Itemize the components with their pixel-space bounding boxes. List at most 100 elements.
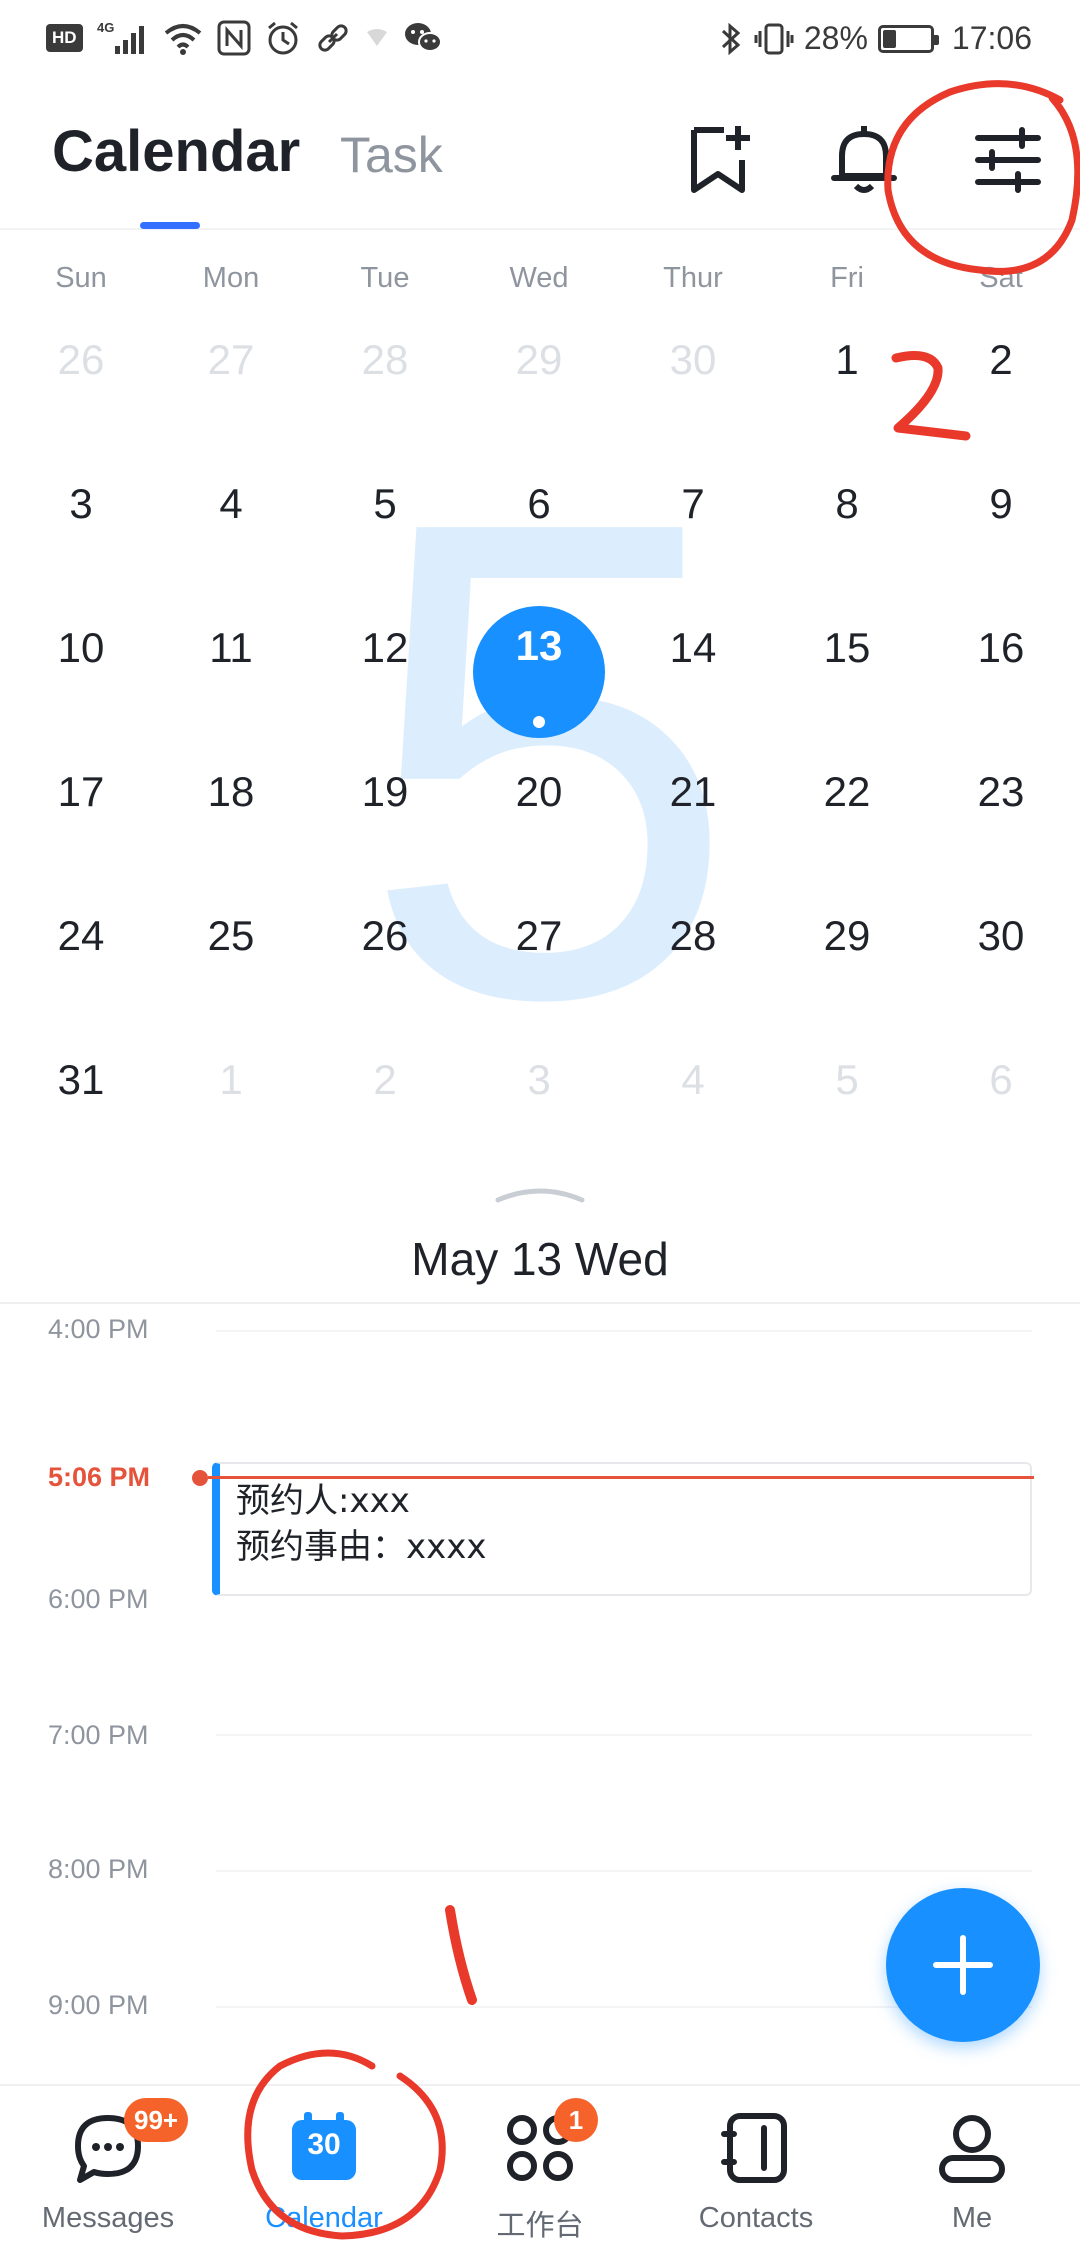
top-header: Calendar Task — [0, 100, 1080, 230]
calendar-day[interactable]: 2 — [308, 1056, 462, 1104]
calendar-day[interactable]: 9 — [924, 480, 1078, 528]
calendar-day[interactable]: 28 — [616, 912, 770, 960]
svg-text:4G: 4G — [97, 20, 114, 35]
calendar-day[interactable]: 6 — [462, 480, 616, 528]
calendar-day[interactable]: 25 — [154, 912, 308, 960]
calendar-day[interactable]: 30 — [616, 336, 770, 384]
calendar-day[interactable]: 31 — [4, 1056, 158, 1104]
nav-calendar[interactable]: 30 Calendar — [216, 2086, 432, 2244]
nav-workbench[interactable]: 1 工作台 — [432, 2086, 648, 2244]
calendar-day[interactable]: 12 — [308, 624, 462, 672]
calendar-day[interactable]: 4 — [154, 480, 308, 528]
calendar-day[interactable]: 8 — [770, 480, 924, 528]
calendar-day[interactable]: 7 — [616, 480, 770, 528]
signal-4g-icon: 4G — [97, 20, 144, 54]
calendar-day[interactable]: 3 — [4, 480, 158, 528]
selected-day-number[interactable]: 13 — [473, 622, 605, 670]
wifi-icon — [164, 24, 201, 55]
calendar-day[interactable]: 29 — [462, 336, 616, 384]
add-event-button[interactable] — [886, 1888, 1040, 2042]
hour-line — [216, 1734, 1032, 1736]
status-left-icons: HD 4G — [46, 20, 443, 56]
calendar-day[interactable]: 18 — [154, 768, 308, 816]
nav-workbench-label: 工作台 — [496, 2210, 584, 2242]
current-time-dot — [192, 1470, 208, 1486]
time-label-8pm: 8:00 PM — [48, 1854, 149, 1884]
bell-icon[interactable] — [824, 120, 904, 200]
section-divider — [0, 1302, 1080, 1304]
status-right-icons: 28% 17:06 — [718, 20, 1032, 57]
nav-messages-label: Messages — [41, 2202, 175, 2234]
nav-calendar-label: Calendar — [265, 2202, 383, 2234]
event-line-2: 预约事由：xxxx — [236, 1527, 487, 1567]
event-card[interactable]: 预约人:xxx 预约事由：xxxx — [212, 1462, 1032, 1596]
calendar-day[interactable]: 20 — [462, 768, 616, 816]
selected-date-label: May 13 Wed — [411, 1233, 669, 1285]
collapse-handle-icon[interactable] — [494, 1184, 586, 1204]
plus-icon — [933, 1935, 993, 1995]
calendar-day[interactable]: 10 — [4, 624, 158, 672]
calendar-day[interactable]: 11 — [154, 624, 308, 672]
calendar-day[interactable]: 3 — [462, 1056, 616, 1104]
calendar-day[interactable]: 1 — [770, 336, 924, 384]
calendar-day[interactable]: 2 — [924, 336, 1078, 384]
battery-icon — [877, 24, 939, 53]
calendar-day[interactable]: 21 — [616, 768, 770, 816]
nav-me[interactable]: Me — [864, 2086, 1080, 2244]
calendar-day[interactable]: 26 — [4, 336, 158, 384]
calendar-day[interactable]: 17 — [4, 768, 158, 816]
calendar-day[interactable]: 23 — [924, 768, 1078, 816]
person-icon — [939, 2115, 1005, 2183]
battery-percent: 28% — [803, 20, 868, 56]
tab-calendar[interactable]: Calendar — [52, 118, 300, 185]
calendar-day[interactable]: 1 — [154, 1056, 308, 1104]
calendar-day[interactable]: 29 — [770, 912, 924, 960]
tab-task[interactable]: Task — [340, 126, 443, 184]
calendar-day[interactable]: 16 — [924, 624, 1078, 672]
calendar-day[interactable]: 28 — [308, 336, 462, 384]
nav-contacts[interactable]: Contacts — [648, 2086, 864, 2244]
calendar-day[interactable]: 27 — [462, 912, 616, 960]
alarm-icon — [267, 21, 298, 55]
calendar-day[interactable]: 30 — [924, 912, 1078, 960]
nav-messages[interactable]: 99+ Messages — [0, 2086, 216, 2244]
nav-me-label: Me — [951, 2202, 993, 2234]
event-indicator-dot — [533, 716, 545, 728]
time-label-4pm: 4:00 PM — [48, 1314, 149, 1344]
weekday-label: Sun — [55, 262, 107, 294]
calendar-day[interactable]: 22 — [770, 768, 924, 816]
calendar-icon-number: 30 — [307, 2128, 341, 2161]
hour-line — [216, 1870, 1032, 1872]
filter-settings-icon[interactable] — [968, 120, 1048, 200]
active-tab-indicator — [140, 222, 200, 229]
vibrate-icon — [754, 23, 794, 54]
workbench-badge: 1 — [554, 2098, 598, 2142]
current-time-label: 5:06 PM — [48, 1462, 151, 1492]
battery-fill — [882, 29, 896, 48]
calendar-day[interactable]: 15 — [770, 624, 924, 672]
status-bar: HD 4G 28% 17:06 — [0, 0, 1080, 86]
wechat-icon — [404, 23, 442, 52]
calendar-day[interactable]: 26 — [308, 912, 462, 960]
calendar-day[interactable]: 5 — [308, 480, 462, 528]
wifi-small-icon — [366, 29, 387, 46]
calendar-day[interactable]: 4 — [616, 1056, 770, 1104]
annotation-mark-1-shape — [445, 1905, 477, 2005]
event-line-1: 预约人:xxx — [236, 1481, 410, 1521]
calendar-day[interactable]: 5 — [770, 1056, 924, 1104]
weekday-label: Fri — [830, 262, 864, 294]
messages-badge: 99+ — [124, 2098, 189, 2142]
calendar-day[interactable]: 14 — [616, 624, 770, 672]
calendar-day[interactable]: 24 — [4, 912, 158, 960]
calendar-day[interactable]: 27 — [154, 336, 308, 384]
weekday-header: Sun Mon Tue Wed Thur Fri Sat — [0, 262, 1080, 312]
calendar-day[interactable]: 6 — [924, 1056, 1078, 1104]
current-time-line — [208, 1476, 1034, 1479]
weekday-label: Sat — [979, 262, 1023, 294]
nfc-icon — [217, 20, 251, 56]
hd-icon: HD — [46, 24, 83, 52]
calendar-day[interactable]: 19 — [308, 768, 462, 816]
time-label-6pm: 6:00 PM — [48, 1584, 149, 1614]
bookmark-add-icon[interactable] — [680, 120, 760, 200]
hour-line — [216, 1330, 1032, 1332]
